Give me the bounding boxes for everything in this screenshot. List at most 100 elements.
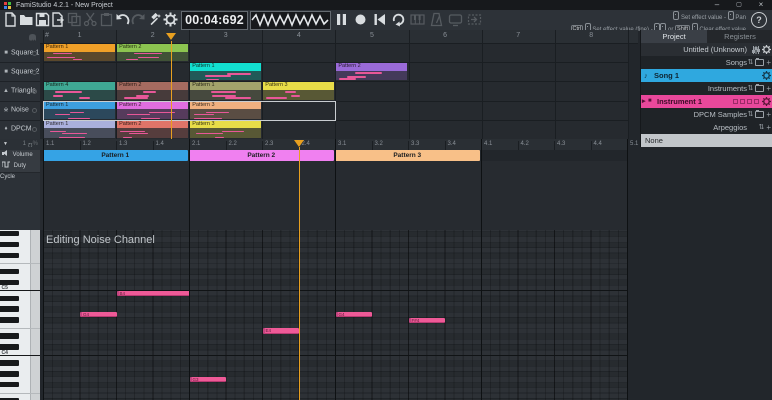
close-button[interactable]: ×	[750, 0, 772, 10]
add-sample-icon[interactable]: +	[766, 110, 771, 119]
snap-value[interactable]: 1	[23, 141, 26, 147]
pattern-cell[interactable]: Pattern 1	[44, 44, 116, 62]
paste-button[interactable]	[99, 12, 114, 27]
envelope-icons[interactable]	[732, 98, 759, 105]
magnet-icon[interactable]: Ω	[28, 141, 33, 147]
sequencer-grid[interactable]: # 1 2 3 4 5 6 7 8 Pattern 1 Pattern 2 Pattern 1 Pa…	[40, 30, 638, 140]
cut-button[interactable]	[83, 12, 98, 27]
qwerty-piano-button[interactable]	[410, 12, 425, 27]
black-key[interactable]	[0, 371, 19, 377]
seek-marker[interactable]	[165, 33, 176, 40]
instrument-row[interactable]: ▸ ■ Instrument 1	[641, 95, 772, 108]
pattern-cell[interactable]: Pattern 2	[336, 63, 408, 81]
pattern-cell[interactable]: Pattern 4	[44, 82, 116, 100]
instrument-gear-icon[interactable]	[762, 97, 771, 106]
black-key[interactable]	[0, 360, 19, 366]
black-key[interactable]	[0, 333, 19, 339]
redo-button[interactable]	[131, 12, 146, 27]
sort-icon[interactable]: ⇅	[758, 121, 764, 134]
sort-icon[interactable]: ⇅	[747, 82, 753, 95]
effect-button-duty-cycle[interactable]: Duty Cycle	[0, 161, 40, 180]
settings-button[interactable]	[163, 12, 178, 27]
songs-section-header[interactable]: Songs ⇅ +	[641, 56, 772, 69]
maximize-button[interactable]: ▢	[728, 0, 750, 10]
pattern-cell[interactable]: Pattern 3	[190, 120, 262, 138]
save-button[interactable]	[35, 12, 50, 27]
timeline-pattern-bar[interactable]: Pattern 3	[335, 150, 480, 161]
pattern-cell[interactable]: Pattern 1	[44, 120, 116, 138]
undo-button[interactable]	[115, 12, 130, 27]
arpeggio-none-row[interactable]: None	[641, 134, 772, 147]
black-key[interactable]	[0, 381, 19, 388]
tab-registers[interactable]: Registers	[707, 30, 772, 44]
channel-button-triangle[interactable]: ▲ Triangle	[0, 81, 40, 102]
add-song-icon[interactable]: +	[766, 58, 771, 67]
note-g3[interactable]: G3	[189, 376, 226, 383]
record-button[interactable]	[353, 12, 368, 27]
properties-gear-icon[interactable]	[762, 45, 771, 54]
black-key[interactable]	[0, 268, 19, 275]
copy-button[interactable]	[67, 12, 82, 27]
channel-force-display-dot[interactable]	[32, 127, 37, 133]
loop-button[interactable]	[391, 12, 406, 27]
pattern-cell[interactable]: Pattern 1	[190, 82, 262, 100]
collapse-effect-panel-icon[interactable]: ▼	[3, 141, 8, 147]
black-key[interactable]	[0, 252, 19, 258]
project-row[interactable]: Untitled (Unknown)	[641, 43, 772, 56]
transform-button[interactable]	[147, 12, 162, 27]
channel-force-display-dot[interactable]	[32, 108, 37, 114]
channel-force-display-dot[interactable]	[32, 69, 37, 75]
add-arpeggio-icon[interactable]: +	[766, 123, 771, 132]
snap-percent-icon[interactable]: %	[33, 141, 38, 147]
black-key[interactable]	[0, 241, 19, 248]
pause-button[interactable]	[334, 12, 349, 27]
channel-button-noise[interactable]: ※ Noise	[0, 101, 40, 121]
pattern-cell[interactable]: Pattern 3	[263, 82, 335, 100]
note-b4[interactable]: B4	[116, 290, 190, 296]
sort-icon[interactable]: ⇅	[747, 56, 753, 69]
black-key[interactable]	[0, 231, 19, 237]
sequencer-header[interactable]: # 1 2 3 4 5 6 7 8	[40, 30, 638, 44]
tab-project[interactable]: Project	[641, 30, 707, 44]
follow-button[interactable]	[467, 12, 482, 27]
note-g4[interactable]: G4	[335, 312, 372, 318]
playhead-marker[interactable]	[293, 140, 304, 147]
channel-button-dpcm[interactable]: ♦ DPCM	[0, 120, 40, 140]
song-gear-icon[interactable]	[762, 71, 771, 80]
song-row[interactable]: ♪ Song 1	[641, 69, 772, 82]
note-e4[interactable]: E4	[262, 328, 299, 334]
time-display[interactable]: 00:04:692	[181, 11, 248, 30]
dpcm-section-header[interactable]: DPCM Samples ⇅ +	[641, 108, 772, 121]
pattern-cell[interactable]: Pattern 2	[117, 44, 189, 62]
instruments-section-header[interactable]: Instruments ⇅ +	[641, 82, 772, 95]
black-key[interactable]	[0, 317, 19, 323]
arpeggios-section-header[interactable]: Arpeggios ⇅ +	[641, 121, 772, 134]
piano-keyboard[interactable]: C5 C4	[0, 230, 40, 400]
channel-button-square-2[interactable]: ■ Square 2	[0, 62, 40, 83]
pattern-cell[interactable]: Pattern 1	[190, 63, 262, 81]
piano-roll[interactable]: 1.1 1.2 1.3 1.4 2.1 2.2 2.3 2.4 3.1 3.2 3.3 3.4 4.1 4…	[40, 139, 772, 400]
oscilloscope[interactable]	[250, 11, 331, 30]
channel-button-square-1[interactable]: ■ Square 1	[0, 43, 40, 64]
add-folder-icon[interactable]	[755, 84, 765, 92]
expand-icon[interactable]: ▸	[642, 95, 646, 108]
channel-force-display-dot[interactable]	[32, 50, 37, 56]
pattern-cell[interactable]: Pattern 2	[117, 120, 189, 138]
channel-force-display-dot[interactable]	[32, 88, 37, 94]
rewind-button[interactable]	[372, 12, 387, 27]
black-key[interactable]	[0, 306, 19, 312]
add-folder-icon[interactable]	[755, 110, 765, 118]
note-fs4[interactable]: F#4	[408, 317, 445, 323]
timeline-pattern-bar[interactable]: Pattern 2	[189, 150, 334, 161]
sort-icon[interactable]: ⇅	[747, 108, 753, 121]
ghost-icon[interactable]	[28, 33, 37, 41]
new-button[interactable]	[3, 12, 18, 27]
pattern-cell[interactable]: Pattern 2	[117, 82, 189, 100]
metronome-button[interactable]	[429, 12, 444, 27]
add-instrument-icon[interactable]: +	[766, 84, 771, 93]
black-key[interactable]	[0, 295, 19, 302]
add-folder-icon[interactable]	[755, 58, 765, 66]
open-button[interactable]	[19, 12, 34, 27]
help-button[interactable]: ?	[751, 12, 767, 28]
export-button[interactable]	[51, 12, 66, 27]
